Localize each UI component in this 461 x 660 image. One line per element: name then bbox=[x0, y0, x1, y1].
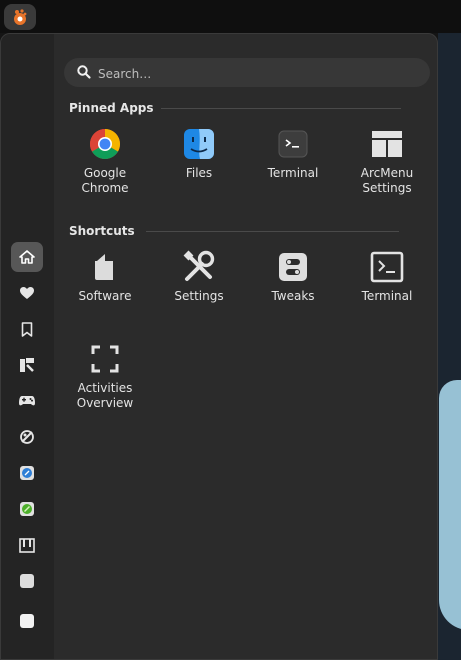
office-icon bbox=[20, 502, 34, 516]
sidebar-item-development[interactable] bbox=[11, 350, 43, 380]
shortcut-label: Settings bbox=[174, 289, 224, 303]
app-label: Google Chrome bbox=[81, 166, 129, 195]
games-controller-icon bbox=[19, 396, 35, 406]
home-icon bbox=[19, 250, 35, 264]
shortcut-label: Terminal bbox=[361, 289, 413, 303]
shortcut-tweaks[interactable]: Tweaks bbox=[247, 245, 339, 331]
finder-icon bbox=[184, 129, 214, 159]
multimedia-icon bbox=[19, 537, 35, 553]
app-label: ArcMenu Settings bbox=[360, 166, 414, 195]
search-bar bbox=[64, 58, 430, 87]
activities-overview-icon bbox=[91, 345, 119, 373]
top-panel bbox=[0, 0, 461, 33]
arcmenu-logo-icon bbox=[14, 9, 27, 25]
sidebar-item-internet[interactable] bbox=[11, 458, 43, 488]
shortcut-terminal[interactable]: Terminal bbox=[341, 245, 433, 331]
sidebar-item-office[interactable] bbox=[11, 494, 43, 524]
shortcut-label: Activities Overview bbox=[76, 381, 134, 410]
app-label: Terminal bbox=[267, 166, 319, 180]
search-input[interactable] bbox=[96, 61, 420, 86]
graphics-icon bbox=[20, 430, 34, 444]
shortcut-label: Tweaks bbox=[271, 289, 315, 303]
software-bag-icon bbox=[95, 254, 113, 280]
tools-icon bbox=[183, 250, 215, 281]
other-icon bbox=[20, 574, 34, 588]
favorites-heart-icon bbox=[20, 286, 34, 299]
internet-icon bbox=[20, 466, 34, 480]
sidebar-item-games[interactable] bbox=[11, 386, 43, 416]
pinned-apps-heading: Pinned Apps bbox=[69, 101, 154, 115]
tweaks-icon bbox=[279, 253, 307, 281]
shortcut-software[interactable]: Software bbox=[59, 245, 151, 331]
chrome-icon bbox=[89, 129, 121, 160]
sidebar-item-home[interactable] bbox=[11, 242, 43, 272]
shortcut-settings[interactable]: Settings bbox=[153, 245, 245, 331]
app-google-chrome[interactable]: Google Chrome bbox=[59, 122, 151, 208]
arcmenu-settings-icon bbox=[372, 131, 402, 157]
app-files[interactable]: Files bbox=[153, 122, 245, 208]
shortcuts-divider bbox=[146, 231, 399, 232]
app-label: Files bbox=[185, 166, 213, 180]
arcmenu-panel: Pinned Apps Google Chrome Files bbox=[0, 33, 438, 660]
arcmenu-button[interactable] bbox=[4, 4, 36, 30]
pinned-divider bbox=[161, 108, 401, 109]
search-icon bbox=[77, 65, 91, 79]
bookmark-icon bbox=[21, 321, 33, 337]
sidebar-item-other[interactable] bbox=[11, 566, 43, 596]
development-icon bbox=[20, 358, 34, 372]
category-sidebar bbox=[1, 34, 54, 659]
sidebar-item-favorites[interactable] bbox=[11, 278, 43, 308]
app-arcmenu-settings[interactable]: ArcMenu Settings bbox=[341, 122, 433, 208]
sidebar-item-utilities[interactable] bbox=[11, 606, 43, 636]
terminal-icon bbox=[278, 130, 308, 158]
terminal-outline-icon bbox=[370, 251, 404, 283]
shortcuts-heading: Shortcuts bbox=[69, 224, 135, 238]
desktop-wallpaper-shape bbox=[439, 380, 461, 630]
shortcut-activities-overview[interactable]: Activities Overview bbox=[59, 337, 151, 423]
sidebar-item-bookmarks[interactable] bbox=[11, 314, 43, 344]
shortcut-label: Software bbox=[78, 289, 132, 303]
app-terminal[interactable]: Terminal bbox=[247, 122, 339, 208]
sidebar-item-graphics[interactable] bbox=[11, 422, 43, 452]
sidebar-item-multimedia[interactable] bbox=[11, 530, 43, 560]
utilities-icon bbox=[20, 614, 34, 628]
